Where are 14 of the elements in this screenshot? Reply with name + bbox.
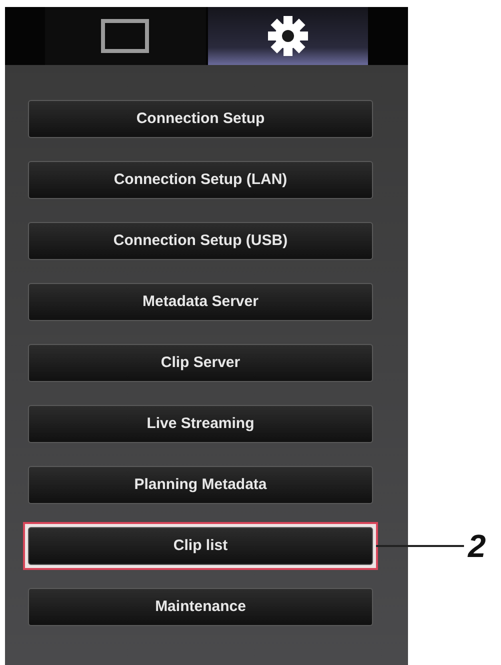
menu-button[interactable]: Clip list [28, 527, 373, 565]
menu-button[interactable]: Metadata Server [28, 283, 373, 321]
menu-button[interactable]: Planning Metadata [28, 466, 373, 504]
callout-number: 2 [468, 530, 486, 562]
tab[interactable] [208, 7, 368, 65]
menu-button[interactable]: Connection Setup (USB) [28, 222, 373, 260]
menu-button[interactable]: Clip Server [28, 344, 373, 382]
menu-button[interactable]: Live Streaming [28, 405, 373, 443]
tab[interactable] [45, 7, 206, 65]
menu-button[interactable]: Connection Setup [28, 100, 373, 138]
settings-icon [266, 15, 309, 57]
menu-button[interactable]: Connection Setup (LAN) [28, 161, 373, 199]
menu-button[interactable]: Maintenance [28, 588, 373, 626]
screen-icon [101, 19, 150, 53]
